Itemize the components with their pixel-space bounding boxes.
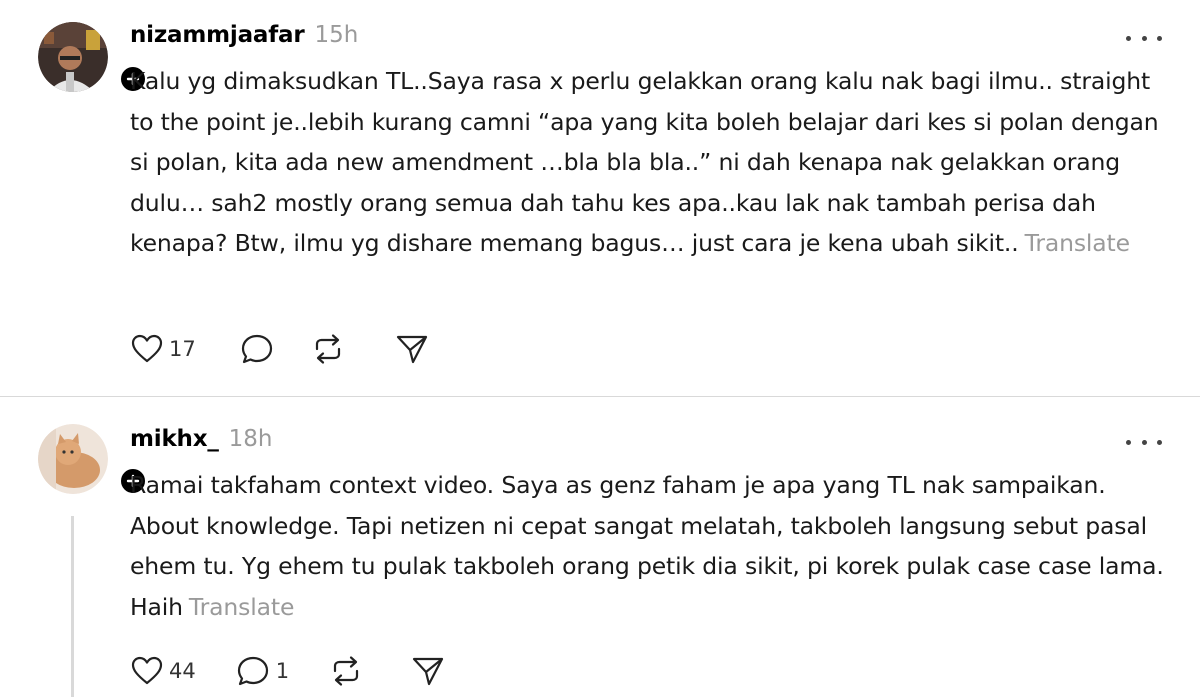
more-options-button[interactable] <box>1126 432 1162 452</box>
like-count: 17 <box>169 337 196 361</box>
translate-link[interactable]: Translate <box>189 593 295 621</box>
dot-icon <box>1141 439 1147 445</box>
share-icon <box>396 335 427 364</box>
thread-post: nizammjaafar 15h Kalu yg dimaksudkan TL.… <box>0 0 1200 396</box>
repost-icon <box>334 656 359 686</box>
dot-icon <box>1157 439 1162 445</box>
repost-button[interactable] <box>311 333 345 365</box>
heart-icon <box>131 656 163 685</box>
avatar[interactable] <box>38 22 148 94</box>
post-text: Kalu yg dimaksudkan TL..Saya rasa x perl… <box>130 61 1180 264</box>
thread-post: mikhx_ 18h Ramai takfaham context video.… <box>0 396 1200 697</box>
username[interactable]: mikhx_ <box>130 426 219 452</box>
timestamp[interactable]: 15h <box>315 22 359 48</box>
share-button[interactable] <box>411 655 445 687</box>
thread-connector-line <box>71 516 74 697</box>
comment-button[interactable] <box>240 333 274 365</box>
avatar[interactable] <box>38 424 148 496</box>
avatar-photo-icon <box>38 424 108 494</box>
more-options-button[interactable] <box>1126 28 1162 48</box>
repost-icon <box>315 334 340 364</box>
translate-link[interactable]: Translate <box>1025 229 1131 257</box>
heart-icon <box>131 334 163 363</box>
reply-count: 1 <box>275 659 290 683</box>
comment-icon <box>241 334 272 364</box>
dot-icon <box>1126 35 1131 41</box>
post-header: mikhx_ 18h <box>130 426 273 452</box>
like-button[interactable]: 44 <box>131 656 196 686</box>
post-text: Ramai takfaham context video. Saya as ge… <box>130 465 1180 627</box>
post-body: Kalu yg dimaksudkan TL..Saya rasa x perl… <box>130 67 1159 257</box>
dot-icon <box>1126 439 1131 445</box>
share-icon <box>413 657 444 686</box>
comment-icon <box>237 656 268 686</box>
timestamp[interactable]: 18h <box>229 426 273 452</box>
share-button[interactable] <box>395 333 429 365</box>
action-bar: 44 1 <box>131 655 445 687</box>
dot-icon <box>1141 35 1147 41</box>
username[interactable]: nizammjaafar <box>130 22 305 48</box>
like-count: 44 <box>169 659 196 683</box>
repost-button[interactable] <box>329 655 363 687</box>
like-button[interactable]: 17 <box>131 334 196 364</box>
action-bar: 17 <box>131 333 429 365</box>
dot-icon <box>1157 35 1162 41</box>
comment-button[interactable]: 1 <box>236 655 289 687</box>
post-header: nizammjaafar 15h <box>130 22 358 48</box>
avatar-photo-icon <box>38 22 108 92</box>
